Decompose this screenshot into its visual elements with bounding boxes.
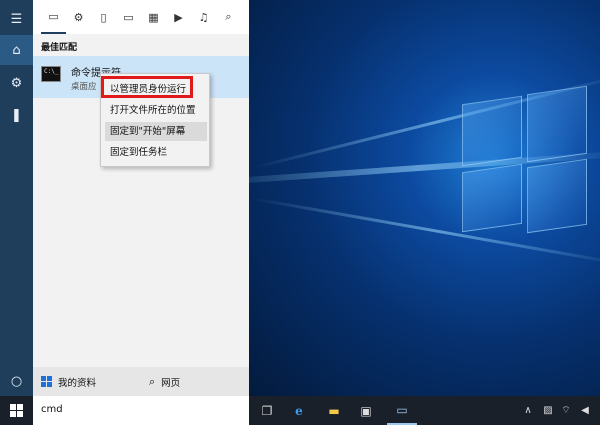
annotation-highlight-box <box>101 76 193 98</box>
pin-to-start-menu-item[interactable]: 固定到"开始"屏幕 <box>105 122 207 141</box>
command-prompt-icon: C:\_ <box>41 66 61 82</box>
cortana-circle-icon[interactable]: ○ <box>0 366 33 396</box>
windows-logo-icon <box>41 376 52 387</box>
task-view-icon[interactable]: ❐ <box>252 396 282 425</box>
folder-icon[interactable]: ▭ <box>116 0 141 34</box>
chevron-up-icon[interactable]: ∧ <box>519 396 537 425</box>
best-match-label: 最佳匹配 <box>41 43 78 53</box>
taskbar-search-input[interactable]: cmd <box>33 396 249 425</box>
settings-icon[interactable]: ⚙ <box>66 0 91 34</box>
file-explorer-icon[interactable]: ▬ <box>319 396 349 425</box>
network-icon[interactable]: ▨ <box>539 396 557 425</box>
taskbar: cmd ❐ e ▬ ▣ ▭ ∧ ▨ ⌔ ◀ <box>0 396 600 425</box>
search-icon: ⌕ <box>149 374 156 388</box>
filter-row: ▭ ⚙ ▯ ▭ ▦ ▶ ♫ ⌕ <box>33 0 249 34</box>
music-icon[interactable]: ♫ <box>191 0 216 34</box>
command-prompt-taskbar-icon[interactable]: ▭ <box>387 396 417 425</box>
window-logo-pane <box>462 95 522 167</box>
open-file-location-menu-item[interactable]: 打开文件所在的位置 <box>105 101 207 120</box>
start-left-rail: ☰ ⌂ ⚙ ❚ ○ <box>0 0 33 396</box>
hamburger-menu-icon[interactable]: ☰ <box>0 4 33 34</box>
pin-to-taskbar-menu-item[interactable]: 固定到任务栏 <box>105 143 207 162</box>
store-icon[interactable]: ▣ <box>351 396 381 425</box>
search-scope-row: 我的资料 ⌕ 网页 <box>33 367 249 396</box>
search-panel: ▭ ⚙ ▯ ▭ ▦ ▶ ♫ ⌕ 最佳匹配 C:\_ 命令提示符 桌面应 我的资料… <box>33 0 249 396</box>
feedback-icon[interactable]: ❚ <box>0 100 33 130</box>
edge-browser-icon[interactable]: e <box>284 396 314 425</box>
my-stuff-label: 我的资料 <box>58 377 97 389</box>
apps-icon[interactable]: ▭ <box>41 0 66 34</box>
home-icon[interactable]: ⌂ <box>0 35 33 65</box>
photo-icon[interactable]: ▦ <box>141 0 166 34</box>
result-subtitle: 桌面应 <box>71 82 97 92</box>
window-logo-pane <box>527 158 587 234</box>
window-logo-pane <box>462 163 522 233</box>
web-label: 网页 <box>161 377 181 389</box>
start-button[interactable] <box>0 396 33 425</box>
volume-icon[interactable]: ◀ <box>576 396 594 425</box>
window-logo-pane <box>527 85 587 163</box>
settings-icon[interactable]: ⚙ <box>0 68 33 98</box>
my-stuff-button[interactable]: 我的资料 <box>33 367 141 396</box>
video-icon[interactable]: ▶ <box>166 0 191 34</box>
wifi-icon[interactable]: ⌔ <box>557 396 575 425</box>
document-icon[interactable]: ▯ <box>91 0 116 34</box>
web-search-button[interactable]: ⌕ 网页 <box>141 367 249 396</box>
windows-logo-icon <box>10 404 23 417</box>
search-icon[interactable]: ⌕ <box>216 0 241 34</box>
desktop-wallpaper <box>249 0 600 396</box>
